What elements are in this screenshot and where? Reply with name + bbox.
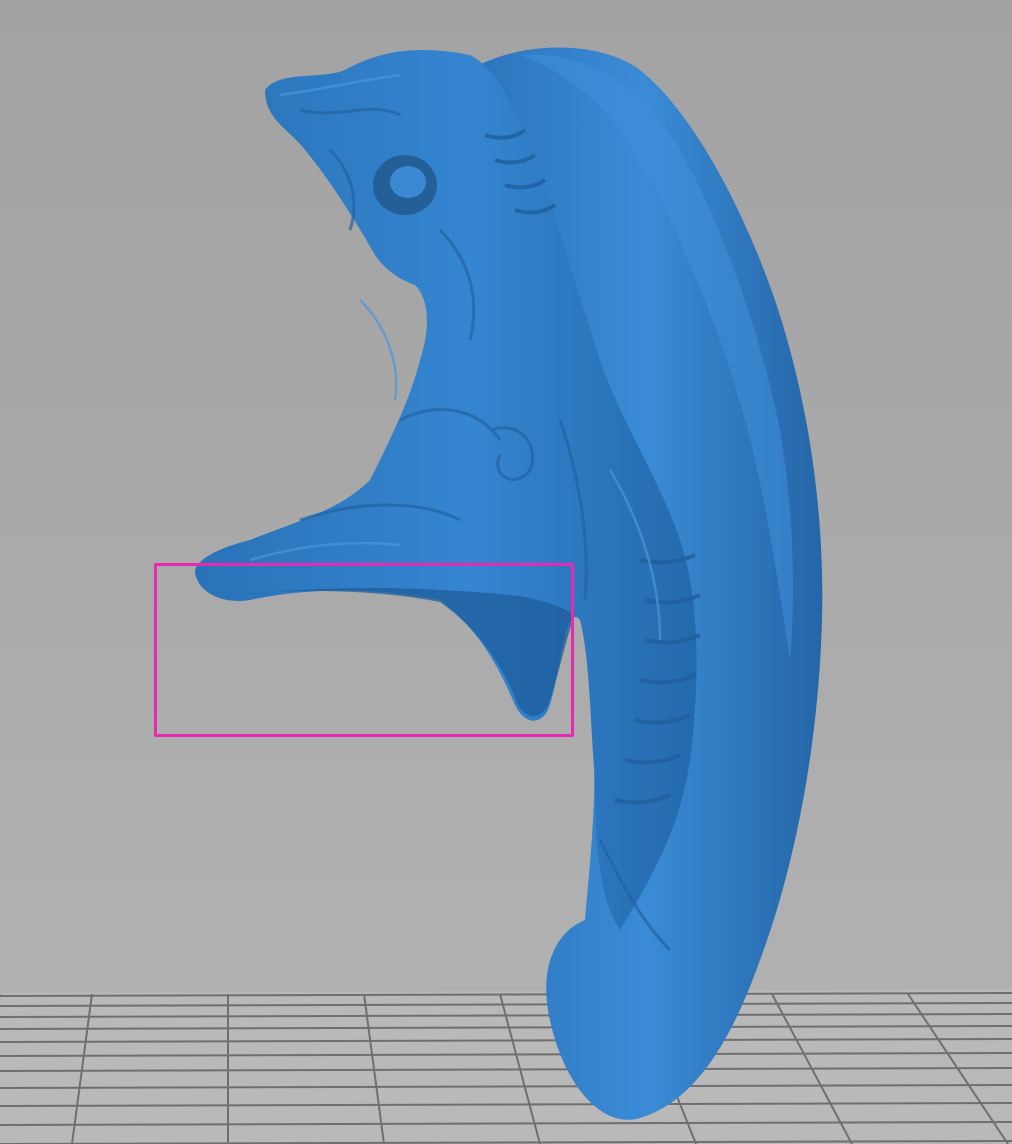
model-jaw-shadow [230,587,575,717]
scene-canvas[interactable] [0,0,1012,1144]
sculpted-model[interactable] [195,47,823,1120]
build-plate [0,990,1012,1144]
model-eye [390,166,426,198]
3d-viewport[interactable] [0,0,1012,1144]
